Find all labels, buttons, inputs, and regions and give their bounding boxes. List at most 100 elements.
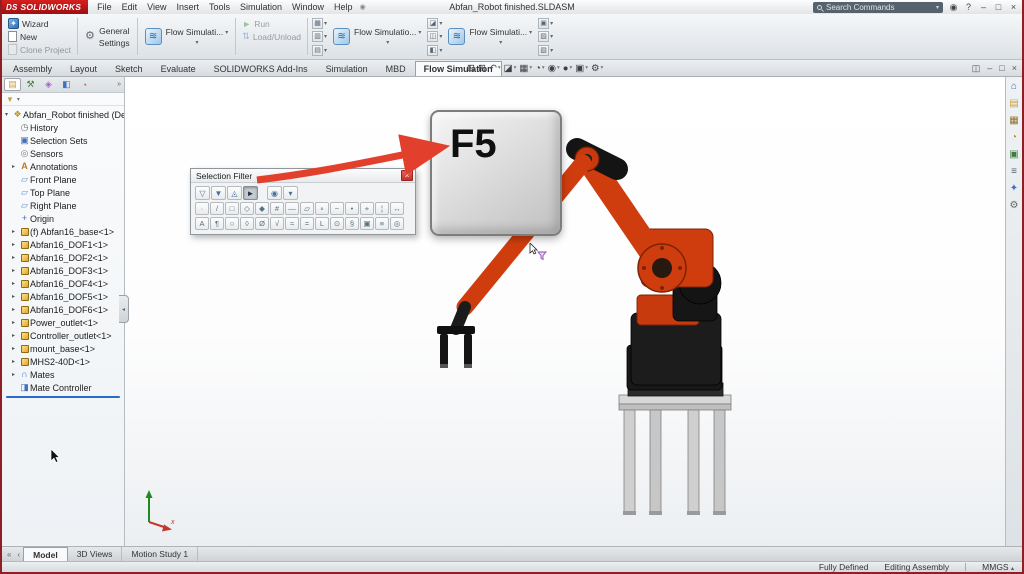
section-view-icon[interactable]: ◪▾ [504, 63, 517, 74]
tab-mbd[interactable]: MBD [377, 61, 415, 76]
filter-planes-icon[interactable]: ▱ [300, 202, 314, 215]
selection-filter-titlebar[interactable]: Selection Filter × [191, 169, 415, 183]
expand-arrow-icon[interactable]: ▸ [12, 345, 19, 352]
panel-splitter-handle[interactable]: ◂ [119, 295, 129, 323]
tab-scroll-prev-icon[interactable]: ‹ [14, 547, 23, 561]
filter-connection-points-icon[interactable]: ⊙ [330, 217, 344, 230]
view-settings-icon[interactable]: ⚙▾ [591, 63, 603, 74]
pane-settings-icon[interactable]: ⚙ [1010, 201, 1019, 211]
wizard-button[interactable]: ✦Wizard [6, 17, 73, 30]
mini-tool-icon[interactable]: ▤ [312, 45, 323, 56]
filter-solid-bodies-icon[interactable]: ◆ [255, 202, 269, 215]
search-commands-input[interactable]: Search Commands ▾ [813, 2, 943, 13]
expand-arrow-icon[interactable]: ▸ [12, 228, 19, 235]
filter-magnify-icon[interactable]: ◉ [267, 186, 282, 200]
expand-arrow-icon[interactable]: ▸ [12, 163, 19, 170]
tree-item-abfan16-dof4-1[interactable]: ▸Abfan16_DOF4<1> [2, 277, 124, 290]
tree-item-abfan16-dof2-1[interactable]: ▸Abfan16_DOF2<1> [2, 251, 124, 264]
doc-tab-3d-views[interactable]: 3D Views [68, 547, 123, 561]
menu-window[interactable]: Window [287, 1, 329, 13]
menu-view[interactable]: View [142, 1, 171, 13]
tab-simulation[interactable]: Simulation [317, 61, 377, 76]
tree-filter-row[interactable]: ▼ ▾ [2, 93, 124, 106]
expand-arrow-icon[interactable]: ▸ [12, 332, 19, 339]
mini-tool-icon[interactable]: ◫ [427, 31, 438, 42]
filter-midpoints-icon[interactable]: • [345, 202, 359, 215]
featuremanager-tree-tab[interactable]: ▤ [4, 78, 21, 91]
tree-item-sensors[interactable]: ◎Sensors [2, 147, 124, 160]
filter-gtol-icon[interactable]: Ø [255, 217, 269, 230]
tree-item-abfan16-dof5-1[interactable]: ▸Abfan16_DOF5<1> [2, 290, 124, 303]
filter-blocks-icon[interactable]: ▣ [360, 217, 374, 230]
tree-item-origin[interactable]: +Origin [2, 212, 124, 225]
filter-funnel-apply-icon[interactable]: ▼ [211, 186, 226, 200]
design-library-icon[interactable]: ▤ [1009, 99, 1018, 109]
tree-item-mhs2-40d-1[interactable]: ▸MHS2-40D<1> [2, 355, 124, 368]
load-unload-button[interactable]: ⇅Load/Unload [240, 30, 303, 43]
help-icon[interactable]: ? [962, 2, 975, 13]
zoom-fit-icon[interactable]: ⊡ [467, 63, 475, 74]
mini-tool-icon[interactable]: ▣ [538, 18, 549, 29]
tree-item-abfan-robot-finished-default[interactable]: ▾❖Abfan_Robot finished (Default [2, 108, 124, 121]
filter-balloons-icon[interactable]: ○ [225, 217, 239, 230]
mini-tool-icon[interactable]: ◧ [427, 45, 438, 56]
graphics-viewport[interactable]: x Selection Filter × ▽▼◬►◉▾ ·/□◇◆#—▱∘~•+… [125, 77, 1005, 546]
doc-tab-model[interactable]: Model [23, 547, 68, 561]
minimize-icon[interactable]: – [977, 2, 990, 13]
filter-funnel-icon[interactable]: ▽ [195, 186, 210, 200]
filter-structural-members-icon[interactable]: L [315, 217, 329, 230]
flow-simulation-dropdown-c[interactable]: ≋ Flow Simulati...▾ ▾ [445, 16, 535, 57]
filter-routing-points-icon[interactable]: § [345, 217, 359, 230]
clone-project-button[interactable]: Clone Project [6, 43, 73, 56]
hide-show-icon[interactable]: ◉▾ [548, 63, 560, 74]
menu-simulation[interactable]: Simulation [235, 1, 287, 13]
propertymanager-tab[interactable]: ⚒ [22, 78, 39, 91]
filter-vertices-icon[interactable]: · [195, 202, 209, 215]
filter-clear-all-icon[interactable]: ◬ [227, 186, 242, 200]
filter-centerline-icon[interactable]: ¦ [375, 202, 389, 215]
previous-view-icon[interactable]: ↶▾ [489, 63, 501, 74]
menu-file[interactable]: File [92, 1, 117, 13]
filter-dowel-pins-icon[interactable]: ◎ [390, 217, 404, 230]
tree-item-right-plane[interactable]: ▱Right Plane [2, 199, 124, 212]
tab-evaluate[interactable]: Evaluate [152, 61, 205, 76]
user-icon[interactable]: ◉ [947, 2, 960, 13]
close-icon[interactable]: × [401, 170, 413, 181]
tab-sketch[interactable]: Sketch [106, 61, 152, 76]
general-settings-button[interactable]: ⚙ General Settings [82, 16, 133, 57]
filter-datums-icon[interactable]: ◊ [240, 217, 254, 230]
panel-expand-icon[interactable]: » [117, 81, 122, 88]
tab-solidworks-add-ins[interactable]: SOLIDWORKS Add-Ins [205, 61, 317, 76]
flow-simulation-dropdown-a[interactable]: ≋ Flow Simulati...▾ ▾ [142, 16, 232, 57]
tree-item-mates[interactable]: ▸∩Mates [2, 368, 124, 381]
doc-pane-icon[interactable]: ◫ [972, 63, 981, 74]
display-style-icon[interactable]: ◔▾ [535, 63, 545, 74]
tree-item-abfan16-dof6-1[interactable]: ▸Abfan16_DOF6<1> [2, 303, 124, 316]
menu-edit[interactable]: Edit [117, 1, 143, 13]
appearances-icon[interactable]: ◔ [1011, 133, 1017, 143]
restore-icon[interactable]: □ [992, 2, 1005, 13]
filter-edges-icon[interactable]: / [210, 202, 224, 215]
filter-options-icon[interactable]: ▾ [283, 186, 298, 200]
tree-item-mate-controller[interactable]: ◨Mate Controller [2, 381, 124, 394]
scenes-icon[interactable]: ▣ [1009, 150, 1018, 160]
doc-restore-icon[interactable]: □ [999, 63, 1004, 73]
filter-annotations-icon[interactable]: A [195, 217, 209, 230]
filter-dimensions-icon[interactable]: ↔ [390, 202, 404, 215]
rollback-bar[interactable] [6, 396, 120, 398]
expand-arrow-icon[interactable]: ▸ [12, 293, 19, 300]
tree-item-selection-sets[interactable]: ▣Selection Sets [2, 134, 124, 147]
filter-frames-icon[interactable]: # [270, 202, 284, 215]
edit-appearance-icon[interactable]: ●▾ [563, 63, 573, 74]
filter-axes-icon[interactable]: — [285, 202, 299, 215]
apply-scene-icon[interactable]: ▣▾ [575, 63, 588, 74]
mini-tool-icon[interactable]: ◪ [427, 18, 438, 29]
displaymanager-tab[interactable]: ◔ [76, 78, 93, 91]
tree-item-f-abfan16-base-1[interactable]: ▸(f) Abfan16_base<1> [2, 225, 124, 238]
filter-sketch-points-icon[interactable]: ∘ [315, 202, 329, 215]
status-units-selector[interactable]: MMGS ▴ [982, 562, 1014, 572]
view-orientation-icon[interactable]: ▦▾ [519, 63, 532, 74]
mini-tool-icon[interactable]: ▦ [312, 18, 323, 29]
filter-weld-beads-icon[interactable]: = [300, 217, 314, 230]
tree-item-power-outlet-1[interactable]: ▸Power_outlet<1> [2, 316, 124, 329]
